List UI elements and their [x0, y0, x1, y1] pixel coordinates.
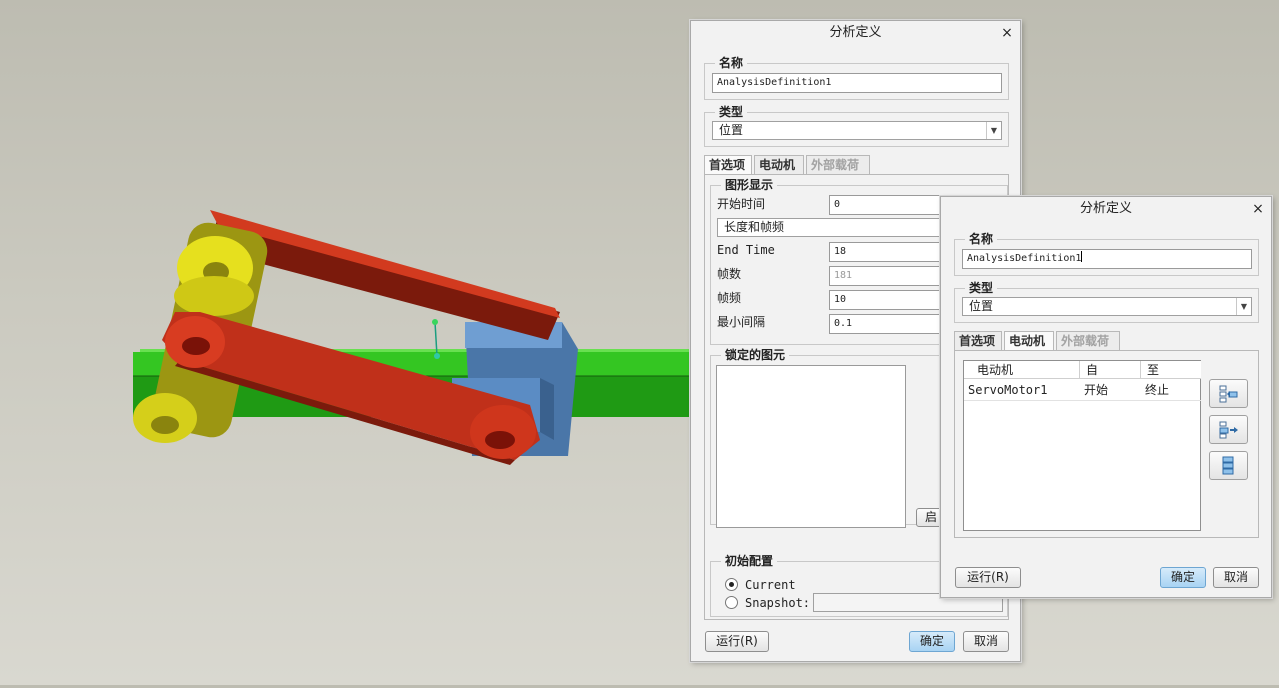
from-column-header[interactable]: 自 [1080, 361, 1141, 379]
close-icon[interactable]: × [1000, 21, 1014, 45]
ok-button[interactable]: 确定 [1160, 567, 1206, 588]
current-radio[interactable] [725, 578, 738, 591]
name-group-label: 名称 [965, 231, 998, 247]
analysis-definition-dialog-front: 分析定义 × 名称 AnalysisDefinition1 类型 位置 ▼ 首选… [940, 196, 1272, 598]
tab-motors[interactable]: 电动机 [1004, 331, 1054, 351]
tab-external-loads[interactable]: 外部载荷 [806, 155, 870, 174]
initial-config-label: 初始配置 [721, 553, 778, 569]
name-group: 名称 AnalysisDefinition1 [704, 55, 1009, 100]
chevron-down-icon: ▼ [986, 122, 1001, 139]
close-icon[interactable]: × [1251, 197, 1265, 221]
chevron-down-icon: ▼ [1236, 298, 1251, 315]
type-select[interactable]: 位置 ▼ [712, 121, 1002, 140]
from-cell[interactable]: 开始 [1080, 379, 1108, 401]
tab-preferences[interactable]: 首选项 [704, 155, 752, 175]
run-button[interactable]: 运行(R) [955, 567, 1021, 588]
graph-display-label: 图形显示 [721, 177, 778, 193]
list-all-icon [1222, 456, 1234, 475]
locked-entities-label: 锁定的图元 [721, 347, 790, 363]
motor-column-header[interactable]: 电动机 [964, 361, 1080, 379]
add-motor-icon [1219, 385, 1238, 403]
motor-cell: ServoMotor1 [968, 383, 1048, 397]
end-time-label: End Time [717, 243, 775, 257]
frames-label: 帧数 [717, 267, 742, 281]
type-group-label: 类型 [965, 280, 998, 296]
add-motor-button[interactable] [1209, 379, 1248, 408]
tab-motors[interactable]: 电动机 [754, 155, 804, 174]
type-group-label: 类型 [715, 104, 748, 120]
frame-rate-label: 帧频 [717, 291, 742, 305]
tab-preferences[interactable]: 首选项 [954, 331, 1002, 350]
cancel-button[interactable]: 取消 [963, 631, 1009, 652]
remove-motor-button[interactable] [1209, 415, 1248, 444]
locked-entities-list[interactable] [716, 365, 906, 528]
type-select-value: 位置 [719, 123, 744, 137]
snapshot-label: Snapshot: [745, 596, 811, 610]
motor-table[interactable]: 电动机 自 至 ServoMotor1 开始 终止 [963, 360, 1201, 531]
tab-bar: 首选项 电动机 外部载荷 [704, 155, 1014, 175]
type-group: 类型 位置 ▼ [704, 104, 1009, 147]
current-label: Current [745, 578, 796, 592]
run-button[interactable]: 运行(R) [705, 631, 769, 652]
to-column-header[interactable]: 至 [1141, 361, 1201, 379]
type-select-value: 位置 [969, 299, 994, 313]
tab-external-loads[interactable]: 外部载荷 [1056, 331, 1120, 350]
ok-button[interactable]: 确定 [909, 631, 955, 652]
name-input[interactable]: AnalysisDefinition1 [962, 249, 1252, 269]
table-row[interactable]: ServoMotor1 开始 终止 [964, 379, 1201, 401]
dialog-title: 分析定义 [1079, 201, 1132, 216]
motors-panel: 电动机 自 至 ServoMotor1 开始 终止 [954, 350, 1259, 538]
type-select[interactable]: 位置 ▼ [962, 297, 1252, 316]
name-group: 名称 AnalysisDefinition1 [954, 231, 1259, 276]
dialog-title: 分析定义 [829, 25, 882, 40]
min-interval-label: 最小间隔 [717, 315, 766, 329]
type-group: 类型 位置 ▼ [954, 280, 1259, 323]
tab-bar: 首选项 电动机 外部载荷 [954, 331, 1264, 351]
model-viewport[interactable] [0, 0, 690, 685]
start-time-label: 开始时间 [717, 197, 766, 211]
add-all-motors-button[interactable] [1209, 451, 1248, 480]
name-input[interactable]: AnalysisDefinition1 [712, 73, 1002, 93]
to-cell[interactable]: 终止 [1141, 379, 1169, 401]
mechanism-model [133, 210, 690, 465]
remove-motor-icon [1219, 421, 1238, 439]
snapshot-radio[interactable] [725, 596, 738, 609]
cancel-button[interactable]: 取消 [1213, 567, 1259, 588]
mode-select-value: 长度和帧频 [724, 220, 785, 234]
name-group-label: 名称 [715, 55, 748, 71]
